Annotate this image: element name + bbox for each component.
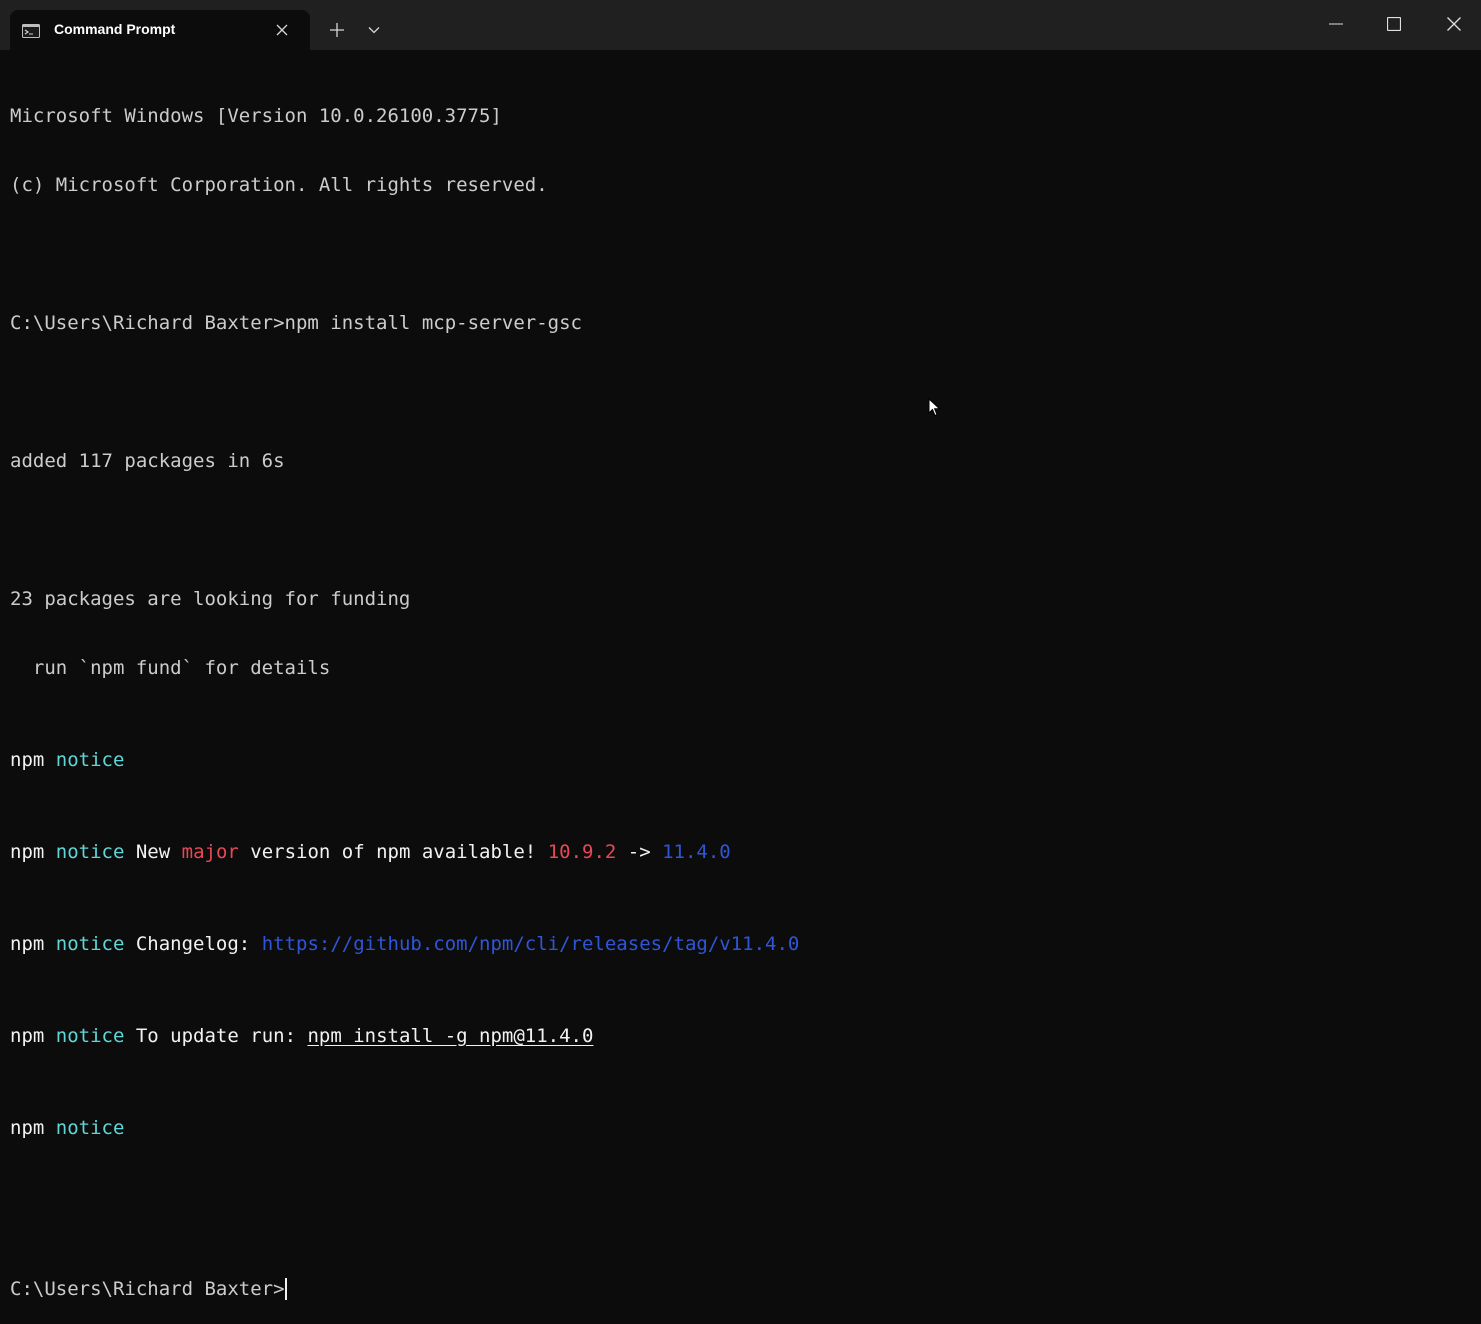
changelog-link[interactable]: https://github.com/npm/cli/releases/tag/… — [262, 933, 800, 955]
mouse-pointer-icon — [928, 397, 942, 418]
npm-notice-line: npm notice Changelog: https://github.com… — [10, 933, 1470, 956]
major-label: major — [181, 841, 239, 863]
minimize-icon — [1329, 23, 1343, 25]
npm-notice-line: npm notice — [10, 1117, 1470, 1140]
new-version: 11.4.0 — [662, 841, 731, 863]
update-label: To update run: — [124, 1025, 308, 1047]
npm-notice-line: npm notice New major version of npm avai… — [10, 841, 1470, 864]
npm-label: npm — [10, 1025, 45, 1047]
prompt: C:\Users\Richard Baxter> — [10, 1278, 285, 1300]
tab-title: Command Prompt — [54, 21, 176, 37]
terminal-output[interactable]: Microsoft Windows [Version 10.0.26100.37… — [10, 59, 1470, 1300]
command: npm install mcp-server-gsc — [284, 312, 582, 334]
terminal-line: (c) Microsoft Corporation. All rights re… — [10, 174, 1470, 197]
version-text: Microsoft Windows [Version 10.0.26100.37… — [10, 105, 502, 127]
terminal-icon — [22, 23, 40, 38]
old-version: 10.9.2 — [547, 841, 617, 863]
text-cursor — [284, 1278, 287, 1300]
npm-label: npm — [10, 749, 45, 771]
arrow: -> — [616, 841, 663, 863]
notice-text: New — [124, 841, 182, 863]
changelog-label: Changelog: — [124, 933, 262, 955]
close-tab-button[interactable] — [274, 22, 290, 38]
maximize-button[interactable] — [1368, 0, 1420, 48]
chevron-down-icon — [368, 27, 380, 34]
minimize-button[interactable] — [1310, 0, 1362, 48]
prompt: C:\Users\Richard Baxter> — [10, 312, 285, 334]
copyright-text: (c) Microsoft Corporation. All rights re… — [10, 174, 548, 196]
added-text: added 117 packages in 6s — [10, 450, 285, 472]
notice-label: notice — [55, 1025, 125, 1047]
maximize-icon — [1387, 17, 1401, 31]
npm-label: npm — [10, 841, 45, 863]
close-icon — [276, 24, 288, 36]
terminal-line: Microsoft Windows [Version 10.0.26100.37… — [10, 105, 1470, 128]
terminal-line: C:\Users\Richard Baxter> — [10, 1278, 1470, 1301]
tab-dropdown-button[interactable] — [360, 15, 388, 45]
notice-label: notice — [55, 749, 125, 771]
npm-label: npm — [10, 933, 45, 955]
npm-label: npm — [10, 1117, 45, 1139]
notice-label: notice — [55, 841, 125, 863]
notice-label: notice — [55, 933, 125, 955]
tab-command-prompt[interactable]: Command Prompt — [10, 10, 310, 50]
notice-text: version of npm available! — [238, 841, 548, 863]
terminal-line: run `npm fund` for details — [10, 657, 1470, 680]
npm-notice-line: npm notice — [10, 749, 1470, 772]
terminal-line: C:\Users\Richard Baxter>npm install mcp-… — [10, 312, 1470, 335]
plus-icon — [330, 23, 344, 37]
funding-text: 23 packages are looking for funding — [10, 588, 411, 610]
new-tab-button[interactable] — [322, 15, 352, 45]
update-command: npm install -g npm@11.4.0 — [307, 1025, 594, 1047]
npm-notice-line: npm notice To update run: npm install -g… — [10, 1025, 1470, 1048]
terminal-line: added 117 packages in 6s — [10, 450, 1470, 473]
notice-label: notice — [55, 1117, 125, 1139]
close-icon — [1446, 17, 1461, 31]
terminal-line: 23 packages are looking for funding — [10, 588, 1470, 611]
title-bar: Command Prompt — [0, 0, 1481, 50]
funding-hint: run `npm fund` for details — [10, 657, 331, 679]
close-window-button[interactable] — [1426, 0, 1481, 48]
